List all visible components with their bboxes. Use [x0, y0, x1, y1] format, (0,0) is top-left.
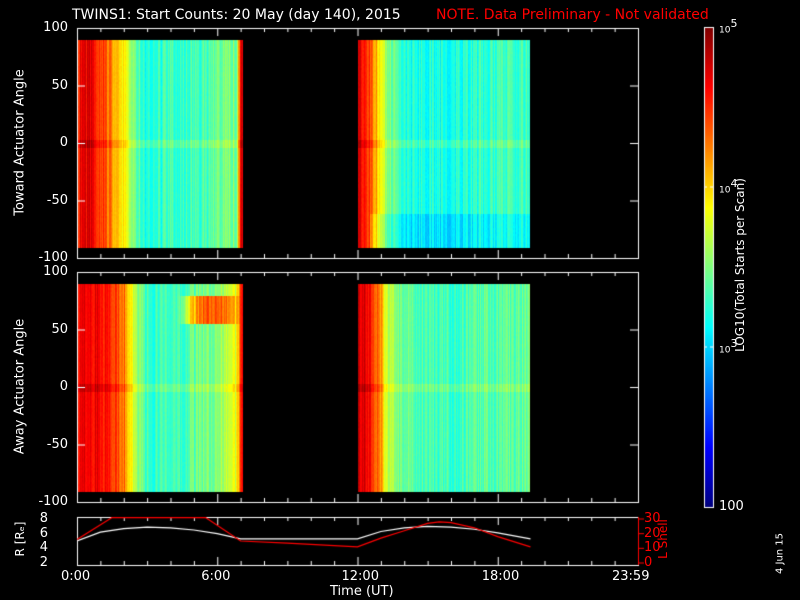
ytick-lshell: 20 — [644, 525, 661, 541]
ytick-lshell: 10 — [644, 540, 661, 556]
xtick: 0:00 — [61, 569, 91, 584]
ytick-lshell: 0 — [644, 555, 653, 570]
colorbar-tick: 103 — [719, 337, 738, 356]
ytick-toward: 0 — [59, 135, 68, 150]
ytick-lshell: 30 — [644, 511, 661, 526]
xaxis-label: Time (UT) — [330, 584, 394, 599]
chart-title: TWINS1: Start Counts: 20 May (day 140), … — [72, 7, 401, 23]
ytick-away: 100 — [43, 264, 68, 279]
toward-ylabel: Toward Actuator Angle — [12, 69, 28, 216]
ytick-r: 4 — [39, 540, 48, 556]
ytick-r: 2 — [39, 555, 48, 570]
date-stamp: 4 Jun 15 — [774, 532, 786, 575]
ytick-away: -100 — [38, 494, 68, 509]
colorbar-tick: 100 — [719, 499, 744, 514]
colorbar-tick: 105 — [719, 17, 738, 36]
away-ylabel: Away Actuator Angle — [12, 318, 28, 455]
ytick-toward: -50 — [46, 192, 68, 208]
preliminary-note: NOTE. Data Preliminary - Not validated — [436, 7, 709, 23]
ytick-r: 8 — [39, 511, 48, 526]
xtick: 18:00 — [481, 569, 520, 584]
ytick-away: 0 — [59, 379, 68, 394]
spectrogram-canvas — [0, 0, 800, 600]
xtick: 12:00 — [341, 569, 379, 584]
ytick-r: 6 — [39, 525, 48, 541]
ytick-away: -50 — [46, 436, 68, 452]
ytick-toward: 50 — [51, 77, 68, 93]
xtick: 23:59 — [612, 569, 650, 584]
ytick-toward: 100 — [43, 20, 68, 35]
colorbar-tick: 104 — [719, 177, 738, 196]
xtick: 6:00 — [201, 569, 231, 584]
ytick-toward: -100 — [38, 250, 68, 265]
ytick-away: 50 — [51, 321, 68, 337]
